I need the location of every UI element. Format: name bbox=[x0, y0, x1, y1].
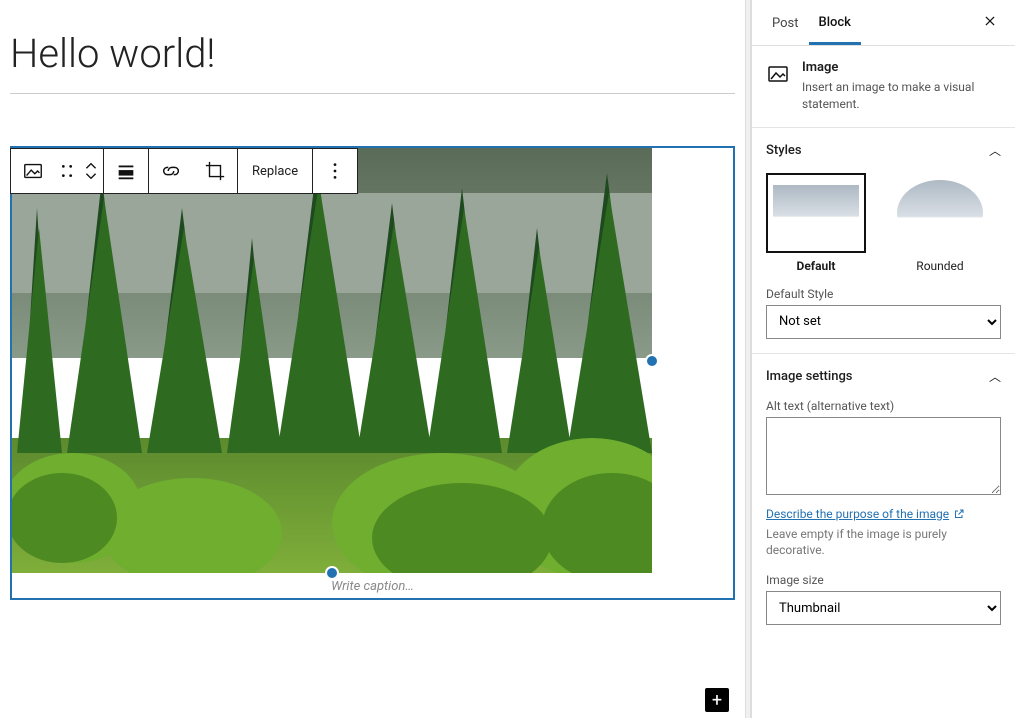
resize-handle-right[interactable] bbox=[645, 354, 659, 368]
external-link-icon bbox=[953, 508, 965, 520]
style-label-default: Default bbox=[797, 259, 836, 273]
image-settings-heading: Image settings bbox=[766, 369, 853, 384]
link-button[interactable] bbox=[149, 149, 193, 193]
image-size-select[interactable]: Thumbnail bbox=[766, 591, 1001, 625]
styles-panel-toggle[interactable]: Styles ︿ bbox=[766, 142, 1001, 159]
describe-purpose-link[interactable]: Describe the purpose of the image bbox=[766, 507, 965, 521]
image-settings-panel: Image settings ︿ Alt text (alternative t… bbox=[752, 354, 1015, 640]
block-name: Image bbox=[802, 60, 1001, 75]
block-toolbar: Replace bbox=[10, 148, 358, 194]
block-description: Image Insert an image to make a visual s… bbox=[752, 46, 1015, 128]
post-title[interactable]: Hello world! bbox=[10, 30, 735, 77]
sidebar-tabs: Post Block bbox=[752, 0, 1015, 46]
tab-block[interactable]: Block bbox=[809, 1, 861, 45]
alt-help-text: Leave empty if the image is purely decor… bbox=[766, 526, 1001, 560]
align-button[interactable] bbox=[104, 149, 148, 193]
add-block-button[interactable]: + bbox=[705, 688, 729, 712]
image-settings-toggle[interactable]: Image settings ︿ bbox=[766, 368, 1001, 385]
tab-post[interactable]: Post bbox=[762, 2, 809, 43]
more-options-button[interactable] bbox=[313, 149, 357, 193]
image-block[interactable]: Write caption… bbox=[10, 146, 735, 600]
title-divider bbox=[10, 93, 735, 94]
image-content[interactable] bbox=[12, 148, 652, 573]
block-description-text: Insert an image to make a visual stateme… bbox=[802, 79, 1001, 113]
alt-text-input[interactable] bbox=[766, 417, 1001, 495]
styles-panel: Styles ︿ Default Rounded Default Style N… bbox=[752, 128, 1015, 354]
style-option-default[interactable]: Default bbox=[766, 173, 866, 273]
editor-canvas: Hello world! R bbox=[0, 0, 745, 718]
close-sidebar-button[interactable] bbox=[975, 5, 1005, 40]
replace-button[interactable]: Replace bbox=[238, 149, 312, 193]
chevron-up-icon: ︿ bbox=[989, 142, 1001, 159]
block-type-icon[interactable] bbox=[11, 149, 55, 193]
settings-sidebar: Post Block Image Insert an image to make… bbox=[751, 0, 1015, 718]
style-label-rounded: Rounded bbox=[916, 259, 963, 273]
caption-input[interactable]: Write caption… bbox=[12, 573, 733, 598]
style-option-rounded[interactable]: Rounded bbox=[890, 173, 990, 273]
default-style-label: Default Style bbox=[766, 287, 1001, 301]
alt-text-label: Alt text (alternative text) bbox=[766, 399, 1001, 413]
crop-button[interactable] bbox=[193, 149, 237, 193]
styles-heading: Styles bbox=[766, 143, 802, 158]
resize-handle-bottom[interactable] bbox=[325, 566, 339, 580]
default-style-select[interactable]: Not set bbox=[766, 305, 1001, 339]
image-icon bbox=[766, 62, 790, 86]
move-up-down-icon[interactable] bbox=[79, 149, 103, 193]
drag-handle-icon[interactable] bbox=[55, 149, 79, 193]
image-wrapper bbox=[12, 148, 652, 573]
chevron-up-icon: ︿ bbox=[989, 368, 1001, 385]
image-size-label: Image size bbox=[766, 573, 1001, 587]
describe-link-text: Describe the purpose of the image bbox=[766, 507, 949, 521]
